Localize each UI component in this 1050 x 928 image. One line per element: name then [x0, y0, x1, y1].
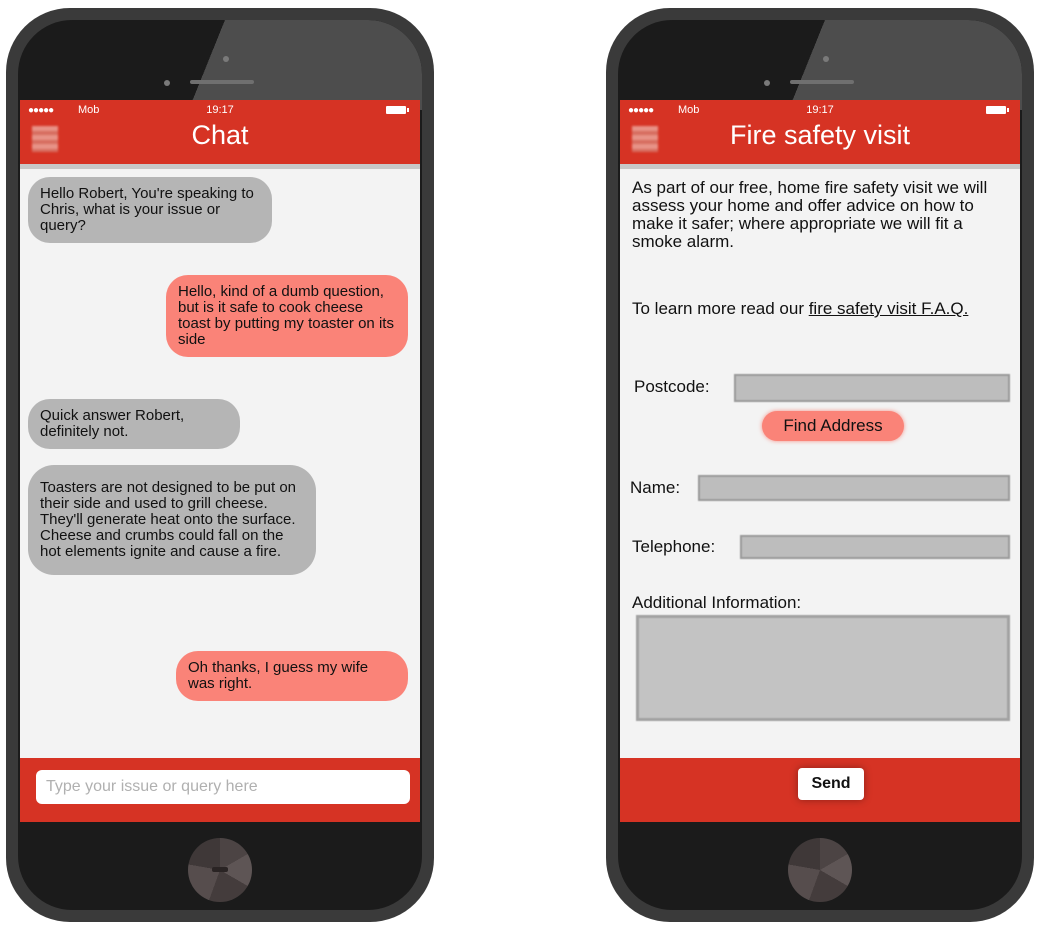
- fire-safety-form: As part of our free, home fire safety vi…: [620, 169, 1020, 758]
- status-bar: ●●●●● Mob 19:17: [628, 104, 1012, 118]
- page-title: Fire safety visit: [729, 120, 911, 150]
- earpiece-speaker: [790, 80, 854, 84]
- message-agent: Hello Robert, You're speaking to Chris, …: [28, 177, 272, 243]
- faq-link[interactable]: fire safety visit F.A.Q.: [809, 299, 969, 318]
- battery-icon: [986, 106, 1009, 114]
- message-agent: Quick answer Robert, definitely not.: [28, 399, 240, 449]
- telephone-input[interactable]: [740, 535, 1010, 559]
- additional-info-textarea[interactable]: [636, 615, 1010, 721]
- page-title: Chat: [191, 120, 249, 150]
- sensor-icon: [164, 80, 170, 86]
- faq-text: To learn more read our fire safety visit…: [632, 300, 1017, 318]
- name-input[interactable]: [698, 475, 1010, 501]
- home-button[interactable]: [188, 838, 252, 902]
- find-address-button[interactable]: Find Address: [762, 411, 904, 441]
- message-user: Oh thanks, I guess my wife was right.: [176, 651, 408, 701]
- chat-header: ●●●●● Mob 19:17 Chat: [20, 100, 420, 169]
- faq-prefix: To learn more read our: [632, 299, 809, 318]
- phone-left: ●●●●● Mob 19:17 Chat Hello Robert, You'r…: [6, 8, 434, 922]
- chat-screen: ●●●●● Mob 19:17 Chat Hello Robert, You'r…: [20, 100, 420, 822]
- status-time: 19:17: [806, 104, 834, 116]
- send-button[interactable]: Send: [798, 768, 864, 800]
- chat-message-input[interactable]: [36, 770, 410, 804]
- message-list: Hello Robert, You're speaking to Chris, …: [20, 169, 420, 758]
- intro-text: As part of our free, home fire safety vi…: [632, 178, 988, 251]
- telephone-label: Telephone:: [632, 537, 716, 556]
- form-header: ●●●●● Mob 19:17 Fire safety visit: [620, 100, 1020, 169]
- postcode-label: Postcode:: [634, 377, 710, 396]
- phone-right: ●●●●● Mob 19:17 Fire safety visit As par…: [606, 8, 1034, 922]
- front-camera-icon: [223, 56, 229, 62]
- status-time: 19:17: [206, 104, 234, 116]
- additional-info-label: Additional Information:: [632, 593, 802, 612]
- home-button[interactable]: [788, 838, 852, 902]
- chat-footer: [20, 758, 420, 822]
- message-agent: Toasters are not designed to be put on t…: [28, 465, 316, 575]
- form-footer: Send: [620, 758, 1020, 822]
- front-camera-icon: [823, 56, 829, 62]
- sensor-icon: [764, 80, 770, 86]
- message-user: Hello, kind of a dumb question, but is i…: [166, 275, 408, 357]
- name-label: Name:: [630, 478, 681, 497]
- earpiece-speaker: [190, 80, 254, 84]
- battery-icon: [386, 106, 409, 114]
- status-bar: ●●●●● Mob 19:17: [28, 104, 412, 118]
- fire-safety-screen: ●●●●● Mob 19:17 Fire safety visit As par…: [620, 100, 1020, 822]
- postcode-input[interactable]: [734, 374, 1010, 402]
